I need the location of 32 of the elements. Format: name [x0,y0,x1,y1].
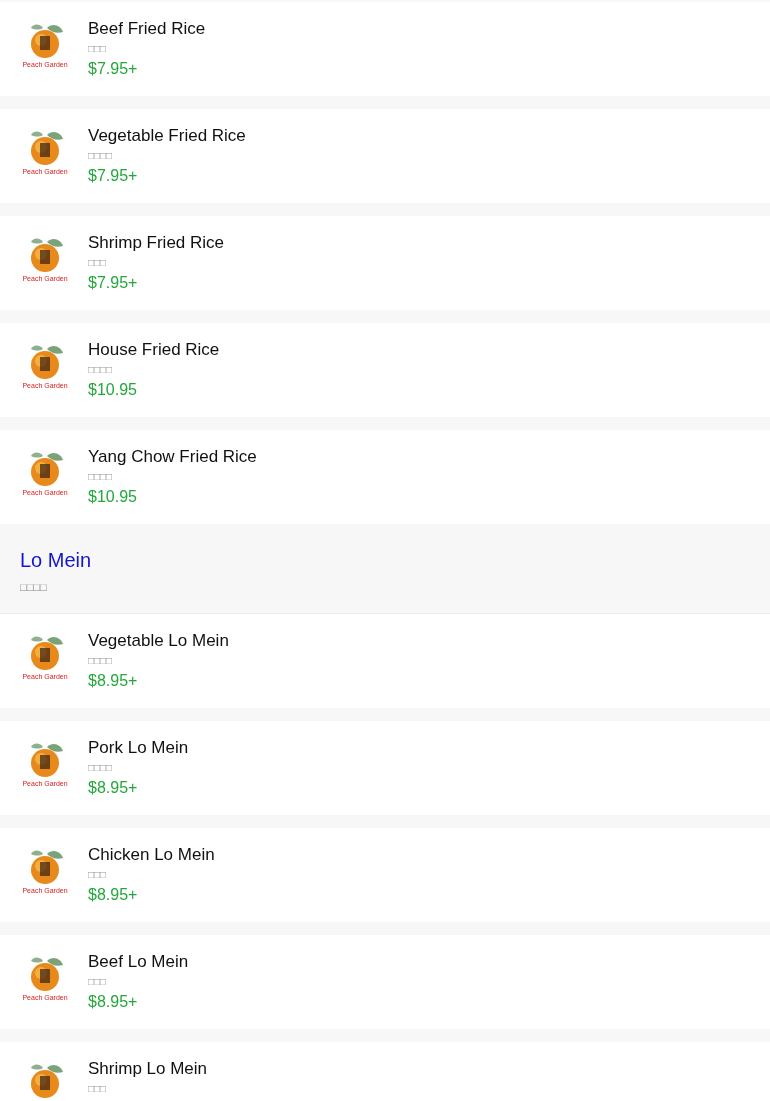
section-subtitle: □□□□ [20,580,48,594]
item-name: Vegetable Lo Mein [88,630,229,652]
section-title: Lo Mein [20,548,93,572]
item-name: Pork Lo Mein [88,737,189,759]
item-price: $7.95+ [88,273,139,293]
item-subtitle: □□□ [88,1082,108,1096]
item-price: $7.95+ [88,59,139,79]
item-subtitle: □□□□ [88,363,114,377]
item-price: $7.95+ [88,166,139,186]
item-subtitle: □□□ [88,256,108,270]
item-name: Shrimp Lo Mein [88,1058,208,1080]
item-price: $8.95+ [88,885,139,905]
menu-item[interactable]: Shrimp Lo Mein □□□ [0,1042,770,1101]
item-price: $8.95+ [88,778,139,798]
item-name: Vegetable Fried Rice [88,125,246,147]
item-subtitle: □□□□ [88,470,114,484]
item-name: Chicken Lo Mein [88,844,215,866]
item-name: Beef Fried Rice [88,18,206,40]
item-price: $10.95 [88,380,138,400]
item-subtitle: □□□ [88,42,108,56]
item-subtitle: □□□□ [88,149,114,163]
item-name: Yang Chow Fried Rice [88,446,257,468]
item-name: Shrimp Fried Rice [88,232,225,254]
item-name: Beef Lo Mein [88,951,189,973]
item-price: $8.95+ [88,992,139,1012]
item-price: $8.95+ [88,671,139,691]
item-subtitle: □□□ [88,868,108,882]
item-subtitle: □□□ [88,975,108,989]
item-subtitle: □□□□ [88,654,114,668]
item-subtitle: □□□□ [88,761,114,775]
item-name: House Fried Rice [88,339,220,361]
item-price: $10.95 [88,487,138,507]
